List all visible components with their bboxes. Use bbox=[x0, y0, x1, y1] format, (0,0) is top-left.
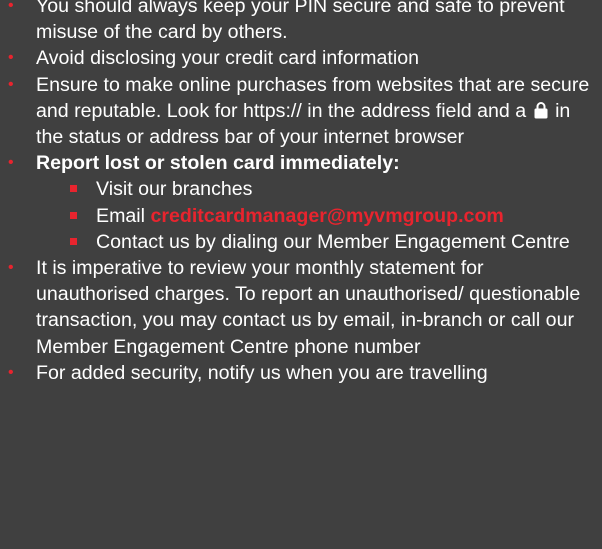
report-options-list: Visit our branches Email creditcardmanag… bbox=[36, 176, 592, 255]
list-item: • It is imperative to review your monthl… bbox=[8, 255, 592, 360]
padlock-icon bbox=[534, 101, 548, 119]
tip-text: For added security, notify us when you a… bbox=[36, 361, 488, 384]
bullet-icon: • bbox=[8, 0, 14, 14]
sub-item-text: Visit our branches bbox=[96, 178, 253, 201]
square-bullet-icon bbox=[70, 185, 77, 193]
sub-list-item: Email creditcardmanager@myvmgroup.com bbox=[70, 203, 592, 229]
security-tips: • You should always keep your PIN secure… bbox=[0, 0, 602, 386]
tip-text-before-icon: Ensure to make online purchases from web… bbox=[36, 73, 590, 122]
tip-text: You should always keep your PIN secure a… bbox=[36, 0, 565, 44]
bullet-icon: • bbox=[8, 363, 14, 381]
list-item: • You should always keep your PIN secure… bbox=[8, 0, 592, 45]
square-bullet-icon bbox=[70, 211, 77, 219]
bullet-icon: • bbox=[8, 259, 14, 277]
list-item: • Avoid disclosing your credit card info… bbox=[8, 45, 592, 71]
tip-text: Avoid disclosing your credit card inform… bbox=[36, 47, 419, 70]
email-prefix: Email bbox=[96, 204, 145, 227]
tips-list: • You should always keep your PIN secure… bbox=[8, 0, 592, 386]
sub-item-text: Contact us by dialing our Member Engagem… bbox=[96, 230, 570, 253]
tip-text: It is imperative to review your monthly … bbox=[36, 257, 581, 358]
bullet-icon: • bbox=[8, 49, 14, 67]
square-bullet-icon bbox=[70, 237, 77, 245]
bullet-icon: • bbox=[8, 75, 14, 93]
list-item: • Report lost or stolen card immediately… bbox=[8, 150, 592, 255]
sub-list-item: Visit our branches bbox=[70, 176, 592, 202]
list-item: • For added security, notify us when you… bbox=[8, 360, 592, 386]
bullet-icon: • bbox=[8, 154, 14, 172]
report-lost-card-heading: Report lost or stolen card immediately: bbox=[36, 152, 400, 175]
email-link[interactable]: creditcardmanager@myvmgroup.com bbox=[150, 205, 503, 227]
list-item: • Ensure to make online purchases from w… bbox=[8, 72, 592, 151]
sub-list-item: Contact us by dialing our Member Engagem… bbox=[70, 229, 592, 255]
